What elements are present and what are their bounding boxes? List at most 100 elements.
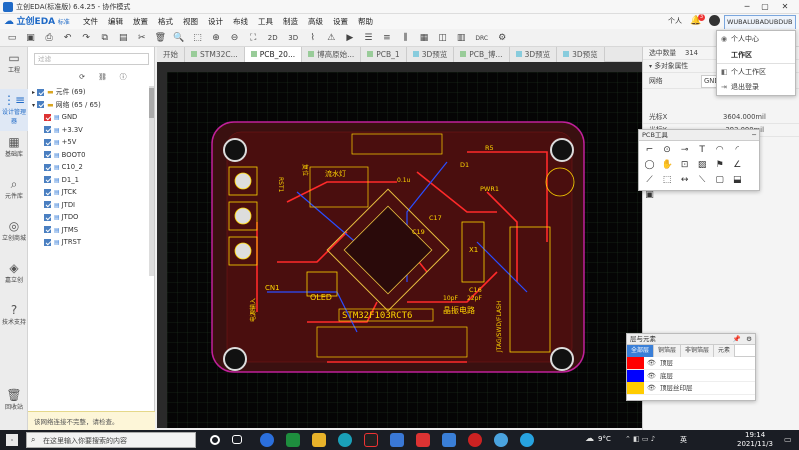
pin-icon[interactable]: 📌: [733, 334, 741, 345]
nav-jlc[interactable]: ◈ 嘉立创: [0, 257, 28, 299]
tab-document[interactable]: 3D预览: [509, 47, 558, 62]
redo-icon[interactable]: ↷: [80, 32, 92, 44]
arc2-tool-icon[interactable]: ◜: [731, 144, 744, 157]
menu-item[interactable]: 布线: [228, 14, 253, 29]
align-center-icon[interactable]: ≡: [381, 32, 393, 44]
task-view-icon[interactable]: [232, 435, 242, 444]
layer-row[interactable]: 👁 顶层丝印层: [627, 382, 755, 395]
menu-item[interactable]: 设计: [203, 14, 228, 29]
cut-icon[interactable]: ✂: [136, 32, 148, 44]
zoom-out-icon[interactable]: ⊖: [229, 32, 241, 44]
zoom-in-icon[interactable]: ⊕: [210, 32, 222, 44]
tab-document[interactable]: 开始: [157, 47, 185, 62]
taskbar-search[interactable]: ⌕ 在这里输入你要搜索的内容: [26, 432, 196, 448]
pad-icon[interactable]: ▥: [455, 32, 467, 44]
info-icon[interactable]: ⓘ: [117, 71, 129, 83]
layer-tab[interactable]: 元素: [714, 345, 736, 357]
tab-document[interactable]: PCB_博...: [454, 47, 510, 62]
layer-color-swatch[interactable]: [627, 369, 644, 382]
net-checkbox[interactable]: [44, 126, 51, 133]
nets-checkbox[interactable]: [37, 101, 45, 108]
new-icon[interactable]: ▭: [6, 32, 18, 44]
menu-item[interactable]: 帮助: [353, 14, 378, 29]
nav-chip[interactable]: ▦ 基础库: [0, 131, 28, 173]
close-icon[interactable]: ─: [752, 130, 756, 141]
app-icon-3[interactable]: [416, 433, 430, 447]
paste-icon[interactable]: ▤: [117, 32, 129, 44]
rect-tool-icon[interactable]: ▢: [713, 174, 726, 187]
eye-icon[interactable]: 👁: [647, 357, 656, 370]
menu-item[interactable]: 高级: [303, 14, 328, 29]
measure-tool-icon[interactable]: ⟍: [696, 174, 709, 187]
play-icon[interactable]: ▶: [344, 32, 356, 44]
flag-tool-icon[interactable]: ⚑: [713, 159, 726, 172]
copy-icon[interactable]: ⧉: [99, 32, 111, 44]
round-tool-icon[interactable]: ◯: [643, 159, 656, 172]
net-item[interactable]: ▤ JTCK: [28, 186, 149, 199]
close-button[interactable]: ✕: [778, 0, 792, 13]
image-tool-icon[interactable]: ▨: [696, 159, 709, 172]
layer-row[interactable]: 👁 底层: [627, 369, 755, 383]
net-item[interactable]: ▤ BOOT0: [28, 149, 149, 162]
net-checkbox[interactable]: [44, 201, 51, 208]
line-tool-icon[interactable]: ⟋: [643, 174, 656, 187]
nav-search-lib[interactable]: ⌕ 元件库: [0, 173, 28, 215]
net-checkbox[interactable]: [44, 226, 51, 233]
photo-tool-icon[interactable]: ▣: [643, 189, 656, 202]
hand-tool-icon[interactable]: ✋: [661, 159, 674, 172]
layer-color-swatch[interactable]: [627, 382, 644, 394]
route-icon[interactable]: ⌇: [307, 32, 319, 44]
layer-row[interactable]: 👁 顶层: [627, 357, 755, 370]
tab-document[interactable]: PCB_20...: [244, 47, 303, 62]
net-checkbox[interactable]: [44, 176, 51, 183]
copper-tool-icon[interactable]: ⬚: [661, 174, 674, 187]
tab-document[interactable]: STM32C...: [185, 47, 245, 62]
net-item[interactable]: ▤ GND: [28, 111, 149, 124]
net-checkbox[interactable]: [44, 163, 51, 171]
weather-temp[interactable]: 9°C: [598, 435, 611, 443]
eye-icon[interactable]: 👁: [647, 382, 656, 395]
menu-item[interactable]: 设置: [328, 14, 353, 29]
input-language[interactable]: 英: [680, 435, 687, 445]
via-tool-icon[interactable]: ⊸: [678, 144, 691, 157]
role-selector[interactable]: 个人: [668, 15, 682, 28]
menu-item[interactable]: 工具: [253, 14, 278, 29]
settings-icon[interactable]: ⚙: [496, 32, 508, 44]
nav-lcsc[interactable]: ◎ 立创商城: [0, 215, 28, 257]
layer-color-swatch[interactable]: [627, 357, 644, 369]
pcb-drawing[interactable]: STM32F103RCT6 OLED 流水灯 晶振电路 X1 PWR1 R5 D…: [167, 72, 642, 428]
qq-icon[interactable]: [364, 433, 378, 447]
panel-scrollbar[interactable]: [149, 86, 154, 276]
cortana-icon[interactable]: [210, 435, 220, 445]
menu-item[interactable]: 视图: [178, 14, 203, 29]
filter-input[interactable]: 过滤: [34, 53, 149, 65]
search-icon[interactable]: 🔍: [173, 32, 185, 44]
nav-tree[interactable]: ⋮≡ 设计管理器: [0, 89, 28, 131]
pad-tool-icon[interactable]: ⊡: [678, 159, 691, 172]
net-item[interactable]: ▤ C10_2: [28, 161, 149, 174]
pcb-canvas[interactable]: STM32F103RCT6 OLED 流水灯 晶振电路 X1 PWR1 R5 D…: [167, 72, 642, 428]
user-name[interactable]: WUBALUBADUBDUB: [724, 15, 796, 30]
circle-tool-icon[interactable]: ⊙: [661, 144, 674, 157]
layer-tab[interactable]: 铜箔层: [654, 345, 682, 357]
net-item[interactable]: ▤ +5V: [28, 136, 149, 149]
align-left-icon[interactable]: ☰: [362, 32, 374, 44]
lceda-app-icon[interactable]: [390, 433, 404, 447]
nav-help[interactable]: ? 技术支持: [0, 299, 28, 341]
link-icon[interactable]: ⛓: [97, 71, 109, 83]
app-icon-5[interactable]: [468, 433, 482, 447]
delete-icon[interactable]: 🗑: [154, 32, 166, 44]
avatar[interactable]: [709, 15, 720, 26]
net-item[interactable]: ▤ +3.3V: [28, 124, 149, 137]
eye-icon[interactable]: 👁: [647, 370, 656, 383]
user-menu-item[interactable]: ◧ 个人工作区: [717, 63, 795, 79]
tab-document[interactable]: PCB_1: [361, 47, 407, 62]
net-item[interactable]: ▤ JTMS: [28, 224, 149, 237]
net-item[interactable]: ▤ JTRST: [28, 236, 149, 249]
net-item[interactable]: ▤ JTDI: [28, 199, 149, 212]
clock-date[interactable]: 2021/11/3: [737, 440, 773, 448]
view-3d-button[interactable]: 3D: [286, 32, 300, 44]
app-icon-6[interactable]: [494, 433, 508, 447]
distribute-icon[interactable]: ⫼: [399, 32, 411, 44]
menu-item[interactable]: 编辑: [103, 14, 128, 29]
